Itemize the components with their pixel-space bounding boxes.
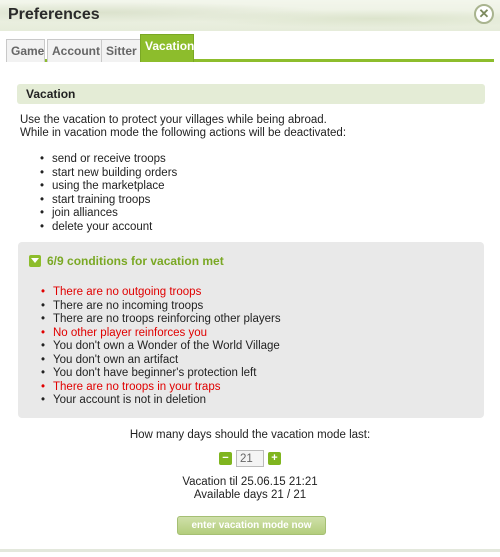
title-bar: Preferences ✕ <box>0 0 500 31</box>
tab-game[interactable]: Game <box>6 39 45 62</box>
condition-item: There are no incoming troops <box>41 300 281 314</box>
condition-item: Your account is not in deletion <box>41 394 281 408</box>
tab-account[interactable]: Account <box>47 39 103 62</box>
increase-days-button[interactable]: + <box>268 452 281 465</box>
divider <box>0 549 500 552</box>
list-item: delete your account <box>40 221 177 235</box>
close-icon[interactable]: ✕ <box>474 4 494 24</box>
condition-item: No other player reinforces you <box>41 327 281 341</box>
conditions-list: There are no outgoing troops There are n… <box>41 286 281 408</box>
condition-item: There are no troops in your traps <box>41 381 281 395</box>
tab-sitter[interactable]: Sitter <box>101 39 141 62</box>
vacation-until-text: Vacation til 25.06.15 21:21 <box>182 476 318 488</box>
conditions-toggle[interactable]: 6/9 conditions for vacation met <box>29 254 224 268</box>
vacation-section-heading: Vacation <box>17 84 485 104</box>
list-item: start training troops <box>40 194 177 208</box>
conditions-panel: 6/9 conditions for vacation met There ar… <box>18 242 484 418</box>
deactivated-actions-list: send or receive troops start new buildin… <box>40 153 177 234</box>
condition-item: You don't own an artifact <box>41 354 281 368</box>
condition-item: There are no troops reinforcing other pl… <box>41 313 281 327</box>
collapse-arrow-icon[interactable] <box>29 255 41 267</box>
list-item: send or receive troops <box>40 153 177 167</box>
condition-item: You don't own a Wonder of the World Vill… <box>41 340 281 354</box>
condition-item: There are no outgoing troops <box>41 286 281 300</box>
window-title: Preferences <box>8 6 100 23</box>
list-item: join alliances <box>40 207 177 221</box>
list-item: start new building orders <box>40 167 177 181</box>
available-days-text: Available days 21 / 21 <box>193 489 307 501</box>
intro-line-1: Use the vacation to protect your village… <box>20 114 327 126</box>
decrease-days-button[interactable]: − <box>219 452 232 465</box>
intro-line-2: While in vacation mode the following act… <box>20 127 347 139</box>
days-stepper: − + <box>219 450 281 467</box>
enter-vacation-mode-button[interactable]: enter vacation mode now <box>177 516 326 535</box>
tab-bar: Game Account Sitter Vacation <box>6 34 494 62</box>
days-question: How many days should the vacation mode l… <box>129 429 371 441</box>
tab-vacation[interactable]: Vacation <box>140 34 194 62</box>
condition-item: You don't have beginner's protection lef… <box>41 367 281 381</box>
intro-text: Use the vacation to protect your village… <box>20 114 346 140</box>
conditions-heading: 6/9 conditions for vacation met <box>47 254 224 268</box>
list-item: using the marketplace <box>40 180 177 194</box>
days-input[interactable] <box>236 450 264 467</box>
